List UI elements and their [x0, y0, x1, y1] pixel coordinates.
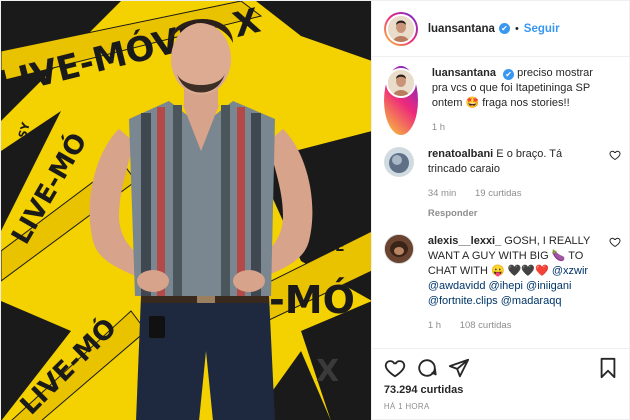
- share-icon[interactable]: [448, 357, 470, 379]
- post-header: luansantana ✔ • Seguir: [371, 1, 629, 57]
- instagram-post: LIVE-MÓV LIVE-MÓVEL X SECURI LIVE-MÓ SEC…: [0, 0, 630, 420]
- banner-text-10: X: [316, 354, 339, 389]
- comment-item: alexis__lexxi_ GOSH, I REALLY WANT A GUY…: [383, 234, 621, 333]
- caption-meta: 1 h: [432, 120, 599, 135]
- comment-item: renatoalbani E o braço. Tá trincado cara…: [383, 147, 621, 221]
- caption-time[interactable]: 1 h: [432, 122, 445, 133]
- avatar-image: [384, 235, 413, 263]
- commenter-avatar[interactable]: [383, 147, 414, 177]
- avatar-image: [384, 148, 413, 176]
- comment-heart-icon[interactable]: [609, 149, 621, 161]
- author-avatar-ring[interactable]: [383, 11, 418, 46]
- comment-likes[interactable]: 108 curtidas: [460, 320, 512, 331]
- mention-link[interactable]: @awdavidd: [428, 280, 486, 292]
- comment-heart-icon[interactable]: [609, 236, 621, 248]
- comment-meta: 1 h 108 curtidas: [428, 318, 599, 333]
- bookmark-icon[interactable]: [597, 357, 619, 379]
- verified-badge-icon: ✔: [503, 69, 515, 80]
- caption-avatar-ring[interactable]: [383, 66, 418, 135]
- caption-username[interactable]: luansantana: [432, 67, 496, 79]
- mention-link[interactable]: @iniigani: [526, 280, 571, 292]
- comment-body: renatoalbani E o braço. Tá trincado cara…: [428, 147, 621, 221]
- mention-link[interactable]: @madaraqq: [501, 295, 562, 307]
- action-icons: [384, 355, 619, 381]
- comment-username[interactable]: alexis__lexxi_: [428, 235, 501, 247]
- avatar-image: [387, 70, 414, 96]
- follow-button[interactable]: Seguir: [524, 23, 560, 35]
- heart-icon[interactable]: [384, 357, 406, 379]
- comments-list: luansantana ✔ preciso mostrar pra vcs o …: [372, 58, 629, 348]
- comment-time[interactable]: 1 h: [428, 320, 441, 331]
- comment-username[interactable]: renatoalbani: [428, 148, 493, 160]
- caption-avatar[interactable]: [385, 68, 416, 98]
- mention-link[interactable]: @fortnite.clips: [428, 295, 498, 307]
- banner-text-4: LIVE-MÓ: [301, 2, 358, 17]
- author-username[interactable]: luansantana: [428, 23, 495, 35]
- caption-comment: luansantana ✔ preciso mostrar pra vcs o …: [383, 66, 621, 135]
- action-bar: 73.294 curtidas HÁ 1 HORA: [371, 348, 629, 420]
- mention-link[interactable]: @xzwir: [552, 265, 588, 277]
- comment-icon[interactable]: [416, 357, 438, 379]
- comment-likes[interactable]: 19 curtidas: [475, 188, 521, 199]
- likes-count[interactable]: 73.294 curtidas: [384, 384, 619, 396]
- comment-meta: 34 min 19 curtidas: [428, 186, 599, 201]
- caption-body: luansantana ✔ preciso mostrar pra vcs o …: [432, 66, 621, 135]
- banner-text-3: SECURI: [306, 18, 355, 32]
- reply-button[interactable]: Responder: [428, 206, 599, 221]
- author-avatar[interactable]: [385, 13, 416, 44]
- post-sidebar: luansantana ✔ • Seguir luansantana ✔ pre…: [370, 1, 629, 420]
- header-separator: •: [514, 22, 519, 35]
- verified-badge-icon: ✔: [498, 23, 510, 34]
- mention-link[interactable]: @ihepi: [489, 280, 523, 292]
- comment-body: alexis__lexxi_ GOSH, I REALLY WANT A GUY…: [428, 234, 621, 333]
- commenter-avatar[interactable]: [383, 234, 414, 264]
- photo-illustration: LIVE-MÓV LIVE-MÓVEL X SECURI LIVE-MÓ SEC…: [1, 1, 371, 420]
- comment-time[interactable]: 34 min: [428, 188, 457, 199]
- post-timestamp[interactable]: HÁ 1 HORA: [384, 402, 619, 411]
- post-photo[interactable]: LIVE-MÓV LIVE-MÓVEL X SECURI LIVE-MÓ SEC…: [1, 1, 371, 420]
- avatar-image: [387, 15, 414, 42]
- banner-text-9: -MÓ: [269, 278, 355, 322]
